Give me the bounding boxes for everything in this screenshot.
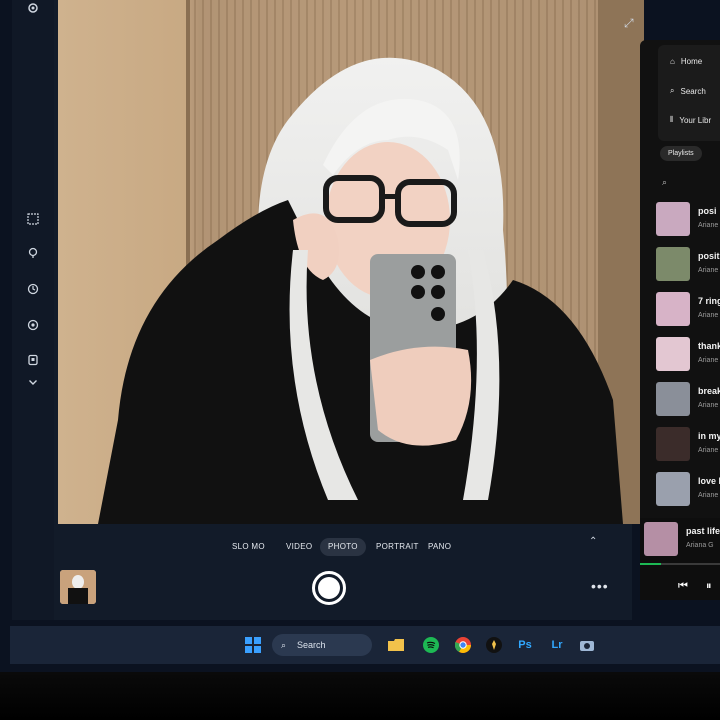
- mode-slo-mo[interactable]: SLO MO: [224, 538, 273, 556]
- track-item[interactable]: positi Ariane: [656, 247, 720, 283]
- nav-search[interactable]: ⌕ Search: [670, 86, 706, 96]
- more-options-icon[interactable]: •••: [591, 578, 609, 594]
- nav-search-label: Search: [680, 86, 706, 96]
- search-icon: ⌕: [281, 640, 287, 650]
- camera-icon[interactable]: [577, 635, 597, 655]
- track-artist: Ariane: [698, 447, 719, 454]
- track-item[interactable]: love la Ariane: [656, 472, 720, 508]
- track-title: thank: [698, 341, 720, 351]
- track-title: in my: [698, 431, 720, 441]
- playback-progress-fill: [640, 563, 661, 565]
- lightroom-icon[interactable]: Lr: [547, 635, 567, 655]
- location-icon[interactable]: [25, 245, 41, 261]
- now-playing-title: past life: [686, 526, 720, 536]
- file-explorer-icon[interactable]: [386, 635, 406, 655]
- playlists-chip[interactable]: Playlists: [660, 146, 702, 161]
- pause-icon[interactable]: ⏸: [706, 580, 712, 593]
- library-search-icon[interactable]: ⌕: [662, 177, 667, 188]
- nav-home-label: Home: [680, 57, 703, 66]
- track-item[interactable]: in my Ariane: [656, 427, 720, 463]
- timer-icon[interactable]: [25, 281, 41, 297]
- library-icon: ⫴: [670, 115, 674, 124]
- nav-library-label: Your Libr: [679, 115, 712, 125]
- chevron-up-icon[interactable]: ⌃: [589, 536, 597, 547]
- chrome-icon[interactable]: [453, 635, 473, 655]
- hdr-icon[interactable]: [25, 317, 41, 333]
- monitor-screen: ⤢ SLO MO VIDEO PHOTO PORTRAIT PANO ⌃ •••…: [0, 0, 720, 680]
- camera-mode-bar: SLO MO VIDEO PHOTO PORTRAIT PANO: [58, 532, 618, 562]
- album-art: [656, 427, 690, 461]
- album-art: [656, 472, 690, 506]
- album-art: [656, 292, 690, 326]
- expand-icon[interactable]: ⤢: [624, 16, 634, 31]
- ratio-icon[interactable]: [25, 352, 41, 368]
- track-artist: Ariane: [698, 222, 719, 229]
- album-art: [656, 382, 690, 416]
- track-artist: Ariane: [698, 312, 719, 319]
- now-playing-track[interactable]: past life Ariana G: [644, 522, 720, 558]
- track-title: posi: [698, 206, 717, 216]
- spotify-icon[interactable]: [421, 635, 441, 655]
- track-title: break: [698, 386, 720, 396]
- chevron-down-icon[interactable]: [25, 374, 41, 390]
- home-icon: ⌂: [670, 57, 675, 66]
- search-icon: ⌕: [670, 86, 675, 95]
- shutter-button[interactable]: [312, 571, 346, 605]
- grid-icon[interactable]: [25, 211, 41, 227]
- last-photo-thumbnail[interactable]: [60, 570, 96, 604]
- windows-start-icon[interactable]: [243, 635, 263, 655]
- viewfinder-image: [58, 0, 644, 524]
- album-art: [656, 247, 690, 281]
- mode-photo[interactable]: PHOTO: [320, 538, 366, 556]
- mode-video[interactable]: VIDEO: [278, 538, 320, 556]
- now-playing-art: [644, 522, 678, 556]
- photoshop-icon[interactable]: Ps: [515, 635, 535, 655]
- album-art: [656, 337, 690, 371]
- track-title: 7 ring: [698, 296, 720, 306]
- camera-app-window: ⤢ SLO MO VIDEO PHOTO PORTRAIT PANO ⌃ •••: [12, 0, 644, 620]
- mode-pano[interactable]: PANO: [420, 538, 459, 556]
- nav-home[interactable]: ⌂ Home: [670, 57, 702, 66]
- track-item[interactable]: 7 ring Ariane: [656, 292, 720, 328]
- windows-taskbar: ⌕ Search Ps Lr: [10, 626, 720, 664]
- track-item[interactable]: break Ariane: [656, 382, 720, 418]
- spotify-nav: ⌂ Home ⌕ Search ⫴ Your Libr: [658, 45, 720, 141]
- track-artist: Ariane: [698, 402, 719, 409]
- taskbar-search[interactable]: ⌕ Search: [272, 634, 372, 656]
- settings-gear-icon[interactable]: [25, 0, 41, 16]
- now-playing-artist: Ariana G: [686, 542, 714, 549]
- track-artist: Ariane: [698, 267, 719, 274]
- taskbar-search-label: Search: [297, 640, 326, 650]
- camera-left-toolbar: [12, 0, 54, 620]
- track-item[interactable]: posi Ariane: [656, 202, 720, 238]
- app-icon[interactable]: [484, 635, 504, 655]
- previous-track-icon[interactable]: ⏮: [678, 580, 688, 593]
- track-item[interactable]: thank Ariane: [656, 337, 720, 373]
- album-art: [656, 202, 690, 236]
- track-artist: Ariane: [698, 357, 719, 364]
- nav-library[interactable]: ⫴ Your Libr: [670, 115, 711, 125]
- track-title: love la: [698, 476, 720, 486]
- monitor-bezel: [0, 672, 720, 720]
- track-title: positi: [698, 251, 720, 261]
- spotify-panel: ⌂ Home ⌕ Search ⫴ Your Libr Playlists ⌕ …: [640, 40, 720, 600]
- camera-viewfinder[interactable]: [58, 0, 644, 524]
- mode-portrait[interactable]: PORTRAIT: [368, 538, 427, 556]
- track-artist: Ariane: [698, 492, 719, 499]
- playback-progress[interactable]: [640, 563, 720, 565]
